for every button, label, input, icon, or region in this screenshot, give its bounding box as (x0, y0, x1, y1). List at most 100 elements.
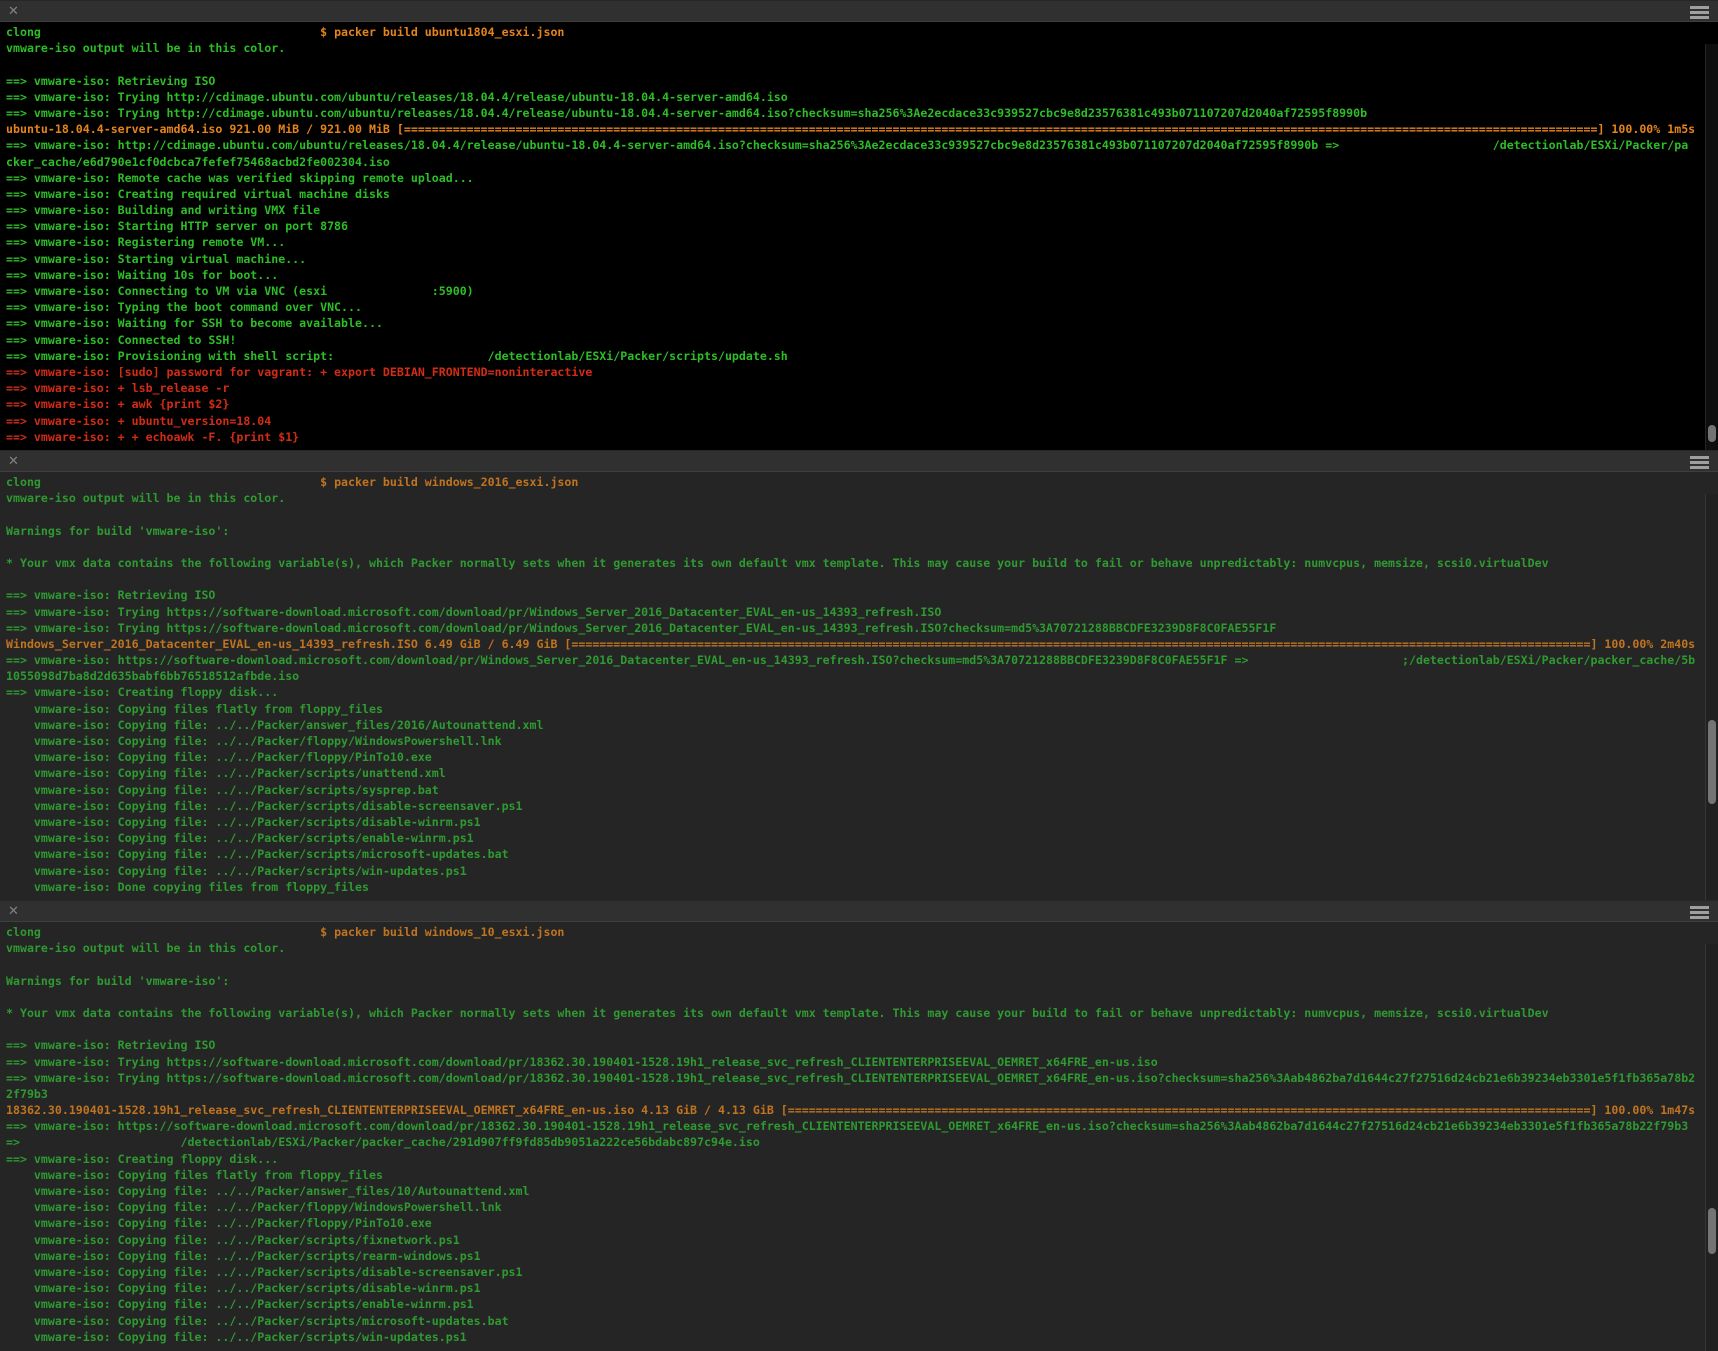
pane-titlebar[interactable]: ✕ (0, 450, 1718, 472)
terminal-row: ==> vmware-iso: + awk {print $2} (6, 396, 1704, 412)
terminal-row: ==> vmware-iso: Starting HTTP server on … (6, 218, 1704, 234)
terminal-row: vmware-iso: Copying file: ../../Packer/s… (6, 782, 1704, 798)
scrollbar[interactable] (1705, 44, 1718, 450)
terminal-row: ==> vmware-iso: Creating required virtua… (6, 186, 1704, 202)
terminal-row: 18362.30.190401-1528.19h1_release_svc_re… (6, 1102, 1704, 1118)
terminal-row: * Your vmx data contains the following v… (6, 555, 1704, 571)
close-icon[interactable]: ✕ (8, 905, 19, 918)
terminal-row: => /detectionlab/ESXi/Packer/packer_cach… (6, 1134, 1704, 1150)
terminal-row: ==> vmware-iso: Building and writing VMX… (6, 202, 1704, 218)
terminal-output: clong $ packer build windows_2016_esxi.j… (6, 474, 1704, 900)
terminal-row: ==> vmware-iso: [sudo] password for vagr… (6, 364, 1704, 380)
terminal-row: ==> vmware-iso: Retrieving ISO (6, 587, 1704, 603)
terminal-row: vmware-iso: Copying file: ../../Packer/f… (6, 733, 1704, 749)
terminal-row: ==> vmware-iso: Trying http://cdimage.ub… (6, 105, 1704, 121)
terminal-row: vmware-iso: Copying file: ../../Packer/s… (6, 1296, 1704, 1312)
terminal-row: * Your vmx data contains the following v… (6, 1005, 1704, 1021)
terminal-row: 1055098d7ba8d2d635babf6bb76518512afbde.i… (6, 668, 1704, 684)
terminal-row: ==> vmware-iso: + ubuntu_version=18.04 (6, 413, 1704, 429)
terminal-row: ==> vmware-iso: Connected to SSH! (6, 332, 1704, 348)
terminal-row: cker_cache/e6d790e1cf0dcbca7fefef75468ac… (6, 154, 1704, 170)
terminal-row: vmware-iso: Copying file: ../../Packer/s… (6, 863, 1704, 879)
terminal-window: ✕ clong $ packer build ubuntu1804_esxi.j… (0, 0, 1718, 1351)
terminal-row: vmware-iso: Copying file: ../../Packer/f… (6, 1215, 1704, 1231)
pane-titlebar[interactable]: ✕ (0, 900, 1718, 922)
terminal-row: vmware-iso: Copying file: ../../Packer/s… (6, 765, 1704, 781)
terminal-row (6, 571, 1704, 587)
terminal-row: Warnings for build 'vmware-iso': (6, 523, 1704, 539)
terminal-row: vmware-iso: Copying file: ../../Packer/s… (6, 830, 1704, 846)
terminal-row: ==> vmware-iso: Trying https://software-… (6, 620, 1704, 636)
terminal-row (6, 539, 1704, 555)
terminal-row: ==> vmware-iso: Retrieving ISO (6, 1037, 1704, 1053)
terminal-row: clong $ packer build windows_2016_esxi.j… (6, 474, 1704, 490)
close-icon[interactable]: ✕ (8, 5, 19, 18)
terminal-row: vmware-iso: Copying file: ../../Packer/a… (6, 1183, 1704, 1199)
terminal-row (6, 956, 1704, 972)
terminal-row: vmware-iso: Copying files flatly from fl… (6, 701, 1704, 717)
terminal-row (6, 56, 1704, 72)
terminal-row: ==> vmware-iso: Connecting to VM via VNC… (6, 283, 1704, 299)
terminal-row: ==> vmware-iso: Registering remote VM... (6, 234, 1704, 250)
terminal-row: ==> vmware-iso: Retrieving ISO (6, 73, 1704, 89)
terminal-row: vmware-iso: Copying file: ../../Packer/s… (6, 1264, 1704, 1280)
terminal-row: ==> vmware-iso: Provisioning with shell … (6, 348, 1704, 364)
terminal-row: clong $ packer build ubuntu1804_esxi.jso… (6, 24, 1704, 40)
terminal-row: ==> vmware-iso: + lsb_release -r (6, 380, 1704, 396)
terminal-row: vmware-iso output will be in this color. (6, 940, 1704, 956)
terminal-row: vmware-iso: Copying file: ../../Packer/f… (6, 1199, 1704, 1215)
pane-titlebar[interactable]: ✕ (0, 0, 1718, 22)
terminal-row (6, 506, 1704, 522)
terminal-row: Windows_Server_2016_Datacenter_EVAL_en-u… (6, 636, 1704, 652)
terminal-row: vmware-iso: Copying file: ../../Packer/s… (6, 1232, 1704, 1248)
terminal-row: vmware-iso: Copying files flatly from fl… (6, 1167, 1704, 1183)
terminal-row: ==> vmware-iso: Remote cache was verifie… (6, 170, 1704, 186)
terminal-row: vmware-iso output will be in this color. (6, 40, 1704, 56)
terminal-pane-windows2016: ✕ clong $ packer build windows_2016_esxi… (0, 450, 1718, 900)
terminal-screen[interactable]: clong $ packer build ubuntu1804_esxi.jso… (0, 22, 1718, 450)
terminal-row: Warnings for build 'vmware-iso': (6, 973, 1704, 989)
terminal-pane-windows10: ✕ clong $ packer build windows_10_esxi.j… (0, 900, 1718, 1351)
terminal-pane-ubuntu: ✕ clong $ packer build ubuntu1804_esxi.j… (0, 0, 1718, 450)
menu-icon[interactable] (1690, 906, 1709, 919)
terminal-row: vmware-iso: Copying file: ../../Packer/s… (6, 1248, 1704, 1264)
terminal-row: vmware-iso: Copying file: ../../Packer/s… (6, 1280, 1704, 1296)
terminal-output: clong $ packer build ubuntu1804_esxi.jso… (6, 24, 1704, 450)
terminal-row: vmware-iso output will be in this color. (6, 490, 1704, 506)
terminal-row: ==> vmware-iso: Waiting for SSH to becom… (6, 315, 1704, 331)
terminal-row: ==> vmware-iso: http://cdimage.ubuntu.co… (6, 137, 1704, 153)
terminal-row: vmware-iso: Copying file: ../../Packer/a… (6, 717, 1704, 733)
terminal-row: vmware-iso: Copying file: ../../Packer/s… (6, 814, 1704, 830)
terminal-row: ==> vmware-iso: Trying https://software-… (6, 604, 1704, 620)
terminal-row: vmware-iso: Copying file: ../../Packer/s… (6, 1329, 1704, 1345)
scrollbar[interactable] (1705, 494, 1718, 900)
terminal-row: ==> vmware-iso: Trying https://software-… (6, 1070, 1704, 1086)
menu-icon[interactable] (1690, 6, 1709, 19)
close-icon[interactable]: ✕ (8, 455, 19, 468)
terminal-row: ==> vmware-iso: Starting virtual machine… (6, 251, 1704, 267)
terminal-output: clong $ packer build windows_10_esxi.jso… (6, 924, 1704, 1351)
terminal-screen[interactable]: clong $ packer build windows_2016_esxi.j… (0, 472, 1718, 900)
terminal-screen[interactable]: clong $ packer build windows_10_esxi.jso… (0, 922, 1718, 1351)
terminal-row: vmware-iso: Copying file: ../../Packer/s… (6, 846, 1704, 862)
terminal-row: ==> vmware-iso: Trying https://software-… (6, 1054, 1704, 1070)
terminal-row (6, 1021, 1704, 1037)
terminal-row: ==> vmware-iso: https://software-downloa… (6, 1118, 1704, 1134)
terminal-row: clong $ packer build windows_10_esxi.jso… (6, 924, 1704, 940)
terminal-row: ==> vmware-iso: Creating floppy disk... (6, 1151, 1704, 1167)
terminal-row: vmware-iso: Done copying files from flop… (6, 879, 1704, 895)
terminal-row (6, 989, 1704, 1005)
terminal-row: 2f79b3 (6, 1086, 1704, 1102)
scrollbar-thumb[interactable] (1708, 720, 1716, 804)
terminal-row: ==> vmware-iso: Waiting 10s for boot... (6, 267, 1704, 283)
terminal-row: ==> vmware-iso: Creating floppy disk... (6, 684, 1704, 700)
scrollbar-thumb[interactable] (1708, 425, 1716, 442)
scrollbar-thumb[interactable] (1708, 1208, 1716, 1254)
terminal-row: vmware-iso: Copying file: ../../Packer/s… (6, 1313, 1704, 1329)
scrollbar[interactable] (1705, 944, 1718, 1351)
terminal-row: ==> vmware-iso: Typing the boot command … (6, 299, 1704, 315)
menu-icon[interactable] (1690, 456, 1709, 469)
terminal-row: ==> vmware-iso: https://software-downloa… (6, 652, 1704, 668)
terminal-row: ubuntu-18.04.4-server-amd64.iso 921.00 M… (6, 121, 1704, 137)
terminal-row: ==> vmware-iso: Trying http://cdimage.ub… (6, 89, 1704, 105)
